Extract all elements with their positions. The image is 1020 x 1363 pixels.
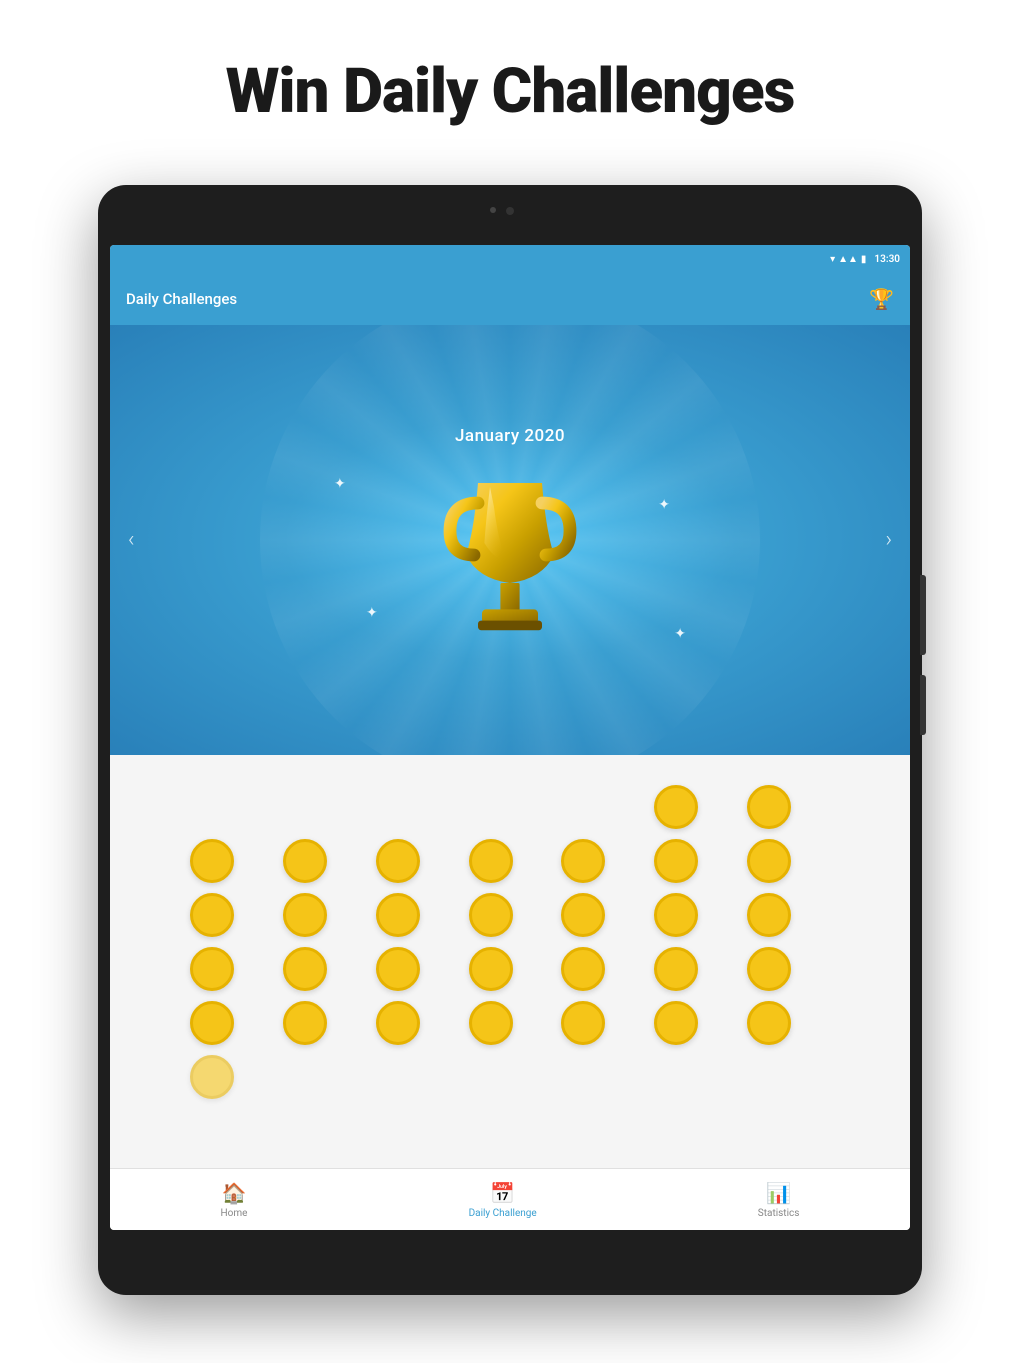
day-dot[interactable]: [654, 893, 698, 937]
day-dot[interactable]: [376, 785, 420, 829]
day-dot[interactable]: [376, 1055, 420, 1099]
trophy-nav-icon[interactable]: 🏆: [869, 287, 894, 311]
tablet-side-button: [920, 575, 926, 655]
day-dot[interactable]: [561, 785, 605, 829]
bottom-nav: 🏠 Home 📅 Daily Challenge 📊 Statistics: [110, 1168, 910, 1230]
day-dot[interactable]: [469, 785, 513, 829]
day-dot[interactable]: [190, 893, 234, 937]
day-dot[interactable]: [654, 1001, 698, 1045]
day-dot[interactable]: [747, 1001, 791, 1045]
tablet-screen: ▾ ▲▲ ▮ 13:30 Daily Challenges 🏆 ✦ ✦ ✦ ✦ …: [110, 245, 910, 1230]
day-dot[interactable]: [190, 947, 234, 991]
day-dot[interactable]: [469, 839, 513, 883]
day-dot[interactable]: [469, 947, 513, 991]
sparkle-3: ✦: [658, 497, 670, 513]
day-dot[interactable]: [283, 839, 327, 883]
battery-icon: ▮: [861, 254, 867, 265]
app-bar-title: Daily Challenges: [126, 290, 237, 308]
month-label: January 2020: [455, 426, 565, 446]
day-dot[interactable]: [561, 839, 605, 883]
day-dot[interactable]: [190, 1001, 234, 1045]
day-dot[interactable]: [190, 1055, 234, 1099]
day-dot[interactable]: [190, 785, 234, 829]
calendar-grid: [190, 785, 830, 1099]
day-dot[interactable]: [469, 1055, 513, 1099]
day-dot[interactable]: [747, 839, 791, 883]
day-dot[interactable]: [190, 839, 234, 883]
day-dot[interactable]: [376, 893, 420, 937]
status-time: 13:30: [874, 254, 900, 265]
day-dot[interactable]: [376, 839, 420, 883]
home-label: Home: [221, 1208, 248, 1219]
tablet-device: ▾ ▲▲ ▮ 13:30 Daily Challenges 🏆 ✦ ✦ ✦ ✦ …: [98, 185, 922, 1295]
day-dot[interactable]: [283, 893, 327, 937]
app-bar: Daily Challenges 🏆: [110, 273, 910, 325]
day-dot[interactable]: [747, 893, 791, 937]
tablet-camera: [506, 207, 514, 215]
day-dot[interactable]: [469, 893, 513, 937]
wifi-icon: ▾: [830, 254, 835, 265]
day-dot[interactable]: [654, 839, 698, 883]
status-icons: ▾ ▲▲ ▮: [830, 254, 866, 265]
day-dot[interactable]: [747, 947, 791, 991]
trophy-image: [430, 464, 590, 654]
sparkle-2: ✦: [366, 605, 378, 621]
day-dot[interactable]: [376, 947, 420, 991]
daily-challenge-icon: 📅: [490, 1181, 515, 1205]
day-dot[interactable]: [747, 785, 791, 829]
day-dot[interactable]: [654, 785, 698, 829]
tablet-side-button-2: [920, 675, 926, 735]
status-bar: ▾ ▲▲ ▮ 13:30: [110, 245, 910, 273]
day-dot[interactable]: [747, 1055, 791, 1099]
daily-challenge-label: Daily Challenge: [469, 1208, 537, 1219]
next-month-button[interactable]: ›: [885, 528, 892, 553]
day-dot[interactable]: [469, 1001, 513, 1045]
day-dot[interactable]: [561, 1001, 605, 1045]
nav-home[interactable]: 🏠 Home: [221, 1181, 248, 1219]
page-title: Win Daily Challenges: [0, 0, 1020, 168]
statistics-label: Statistics: [758, 1208, 800, 1219]
day-dot[interactable]: [654, 947, 698, 991]
nav-daily-challenge[interactable]: 📅 Daily Challenge: [469, 1181, 537, 1219]
prev-month-button[interactable]: ‹: [128, 528, 135, 553]
nav-statistics[interactable]: 📊 Statistics: [758, 1181, 800, 1219]
home-icon: 🏠: [222, 1181, 247, 1205]
day-dot[interactable]: [283, 947, 327, 991]
day-dot[interactable]: [654, 1055, 698, 1099]
day-dot[interactable]: [561, 893, 605, 937]
day-dot[interactable]: [283, 785, 327, 829]
day-dot[interactable]: [376, 1001, 420, 1045]
day-dot[interactable]: [283, 1001, 327, 1045]
sparkle-4: ✦: [674, 626, 686, 642]
calendar-section: [110, 755, 910, 1185]
sparkle-1: ✦: [334, 476, 346, 492]
day-dot[interactable]: [561, 1055, 605, 1099]
signal-icon: ▲▲: [838, 254, 858, 265]
day-dot[interactable]: [561, 947, 605, 991]
statistics-icon: 📊: [766, 1181, 791, 1205]
day-dot[interactable]: [283, 1055, 327, 1099]
hero-section: ✦ ✦ ✦ ✦ ‹ January 2020: [110, 325, 910, 755]
